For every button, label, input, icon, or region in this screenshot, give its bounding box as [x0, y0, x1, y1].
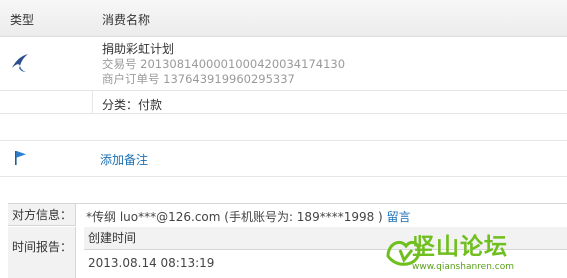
watermark-url: www.qianshanren.com: [412, 262, 514, 272]
trade-number: 交易号 2013081400001000420034174130: [102, 57, 346, 71]
leave-message-link[interactable]: 留言: [387, 210, 411, 224]
divider: [0, 140, 567, 141]
divider: [92, 91, 93, 113]
transaction-category: 分类：付款: [102, 98, 163, 112]
counterparty-text: *传纲 luo***@126.com (手机账号为: 189****1998 ): [86, 210, 383, 224]
column-header-name: 消费名称: [102, 13, 151, 27]
bird-icon: [12, 54, 28, 72]
add-note-link[interactable]: 添加备注: [100, 151, 148, 168]
table-header: 类型 消费名称: [0, 0, 567, 37]
created-time-heading: 创建时间: [88, 231, 137, 245]
time-report-label: 时间报告：: [8, 227, 76, 278]
counterparty-label: 对方信息：: [8, 204, 76, 226]
transaction-title: 捐助彩虹计划: [102, 42, 175, 56]
merchant-order-number: 商户订单号 137643919960295337: [102, 72, 295, 86]
divider: [0, 113, 567, 114]
divider: [0, 90, 567, 91]
watermark-text: 坚山论坛: [412, 233, 508, 260]
flag-icon[interactable]: [14, 150, 28, 166]
column-header-type: 类型: [10, 13, 35, 27]
counterparty-info: *传纲 luo***@126.com (手机账号为: 189****1998 )…: [86, 208, 411, 225]
divider: [0, 176, 567, 177]
created-time-value: 2013.08.14 08:13:19: [88, 256, 215, 270]
